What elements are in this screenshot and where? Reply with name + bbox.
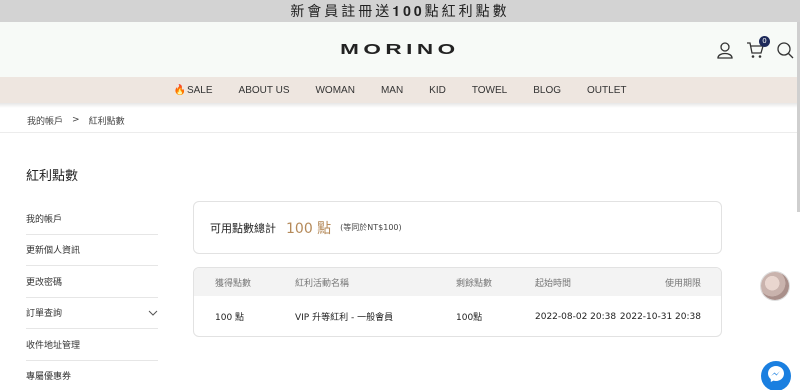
cart-count-badge: 0 (759, 35, 770, 47)
nav-item-man[interactable]: MAN (381, 85, 403, 96)
main-nav: 🔥 SALE ABOUT US WOMAN MAN KID TOWEL BLOG… (0, 77, 800, 103)
nav-item-outlet[interactable]: OUTLET (587, 85, 626, 96)
nav-item-label: SALE (186, 84, 213, 96)
account-sidebar: 我的帳戶 更新個人資訊 更改密碼 訂單查詢 收件地址管理 專屬優惠券 (26, 203, 158, 390)
messenger-chat-button[interactable] (761, 361, 791, 390)
breadcrumb-separator: > (72, 115, 80, 125)
column-header-earned: 獲得點數 (215, 278, 252, 289)
sidebar-item-coupons[interactable]: 專屬優惠券 (26, 361, 158, 390)
table-row: 100 點 VIP 升等紅利 - 一般會員 100點 2022-08-02 20… (194, 296, 721, 336)
cell-remaining: 100點 (456, 313, 483, 323)
breadcrumb: 我的帳戶 > 紅利點數 (0, 108, 800, 133)
sidebar-item-label: 訂單查詢 (26, 309, 63, 320)
breadcrumb-current: 紅利點數 (88, 116, 125, 127)
cell-expiry: 2022-10-31 20:38 (619, 311, 701, 322)
nav-item-towel[interactable]: TOWEL (472, 85, 507, 96)
points-total-label: 可用點數總計 (210, 221, 276, 235)
sidebar-item-label: 收件地址管理 (26, 340, 81, 351)
sidebar-item-addresses[interactable]: 收件地址管理 (26, 329, 158, 361)
nav-item-sale[interactable]: 🔥 SALE (174, 85, 213, 96)
floating-product-thumbnail[interactable] (761, 272, 789, 300)
sidebar-item-orders[interactable]: 訂單查詢 (26, 298, 158, 329)
nav-item-blog[interactable]: BLOG (533, 85, 561, 96)
points-history-table: 獲得點數 紅利活動名稱 剩餘點數 起始時間 使用期限 100 點 VIP 升等紅… (193, 267, 722, 337)
sidebar-item-label: 我的帳戶 (26, 214, 63, 225)
nav-item-kid[interactable]: KID (429, 85, 446, 96)
fire-icon: 🔥 (173, 84, 186, 96)
points-total-value: 100 點 (286, 220, 332, 237)
promo-banner-text: 新會員註冊送𝟏𝟎𝟎點紅利點數 (290, 4, 510, 20)
cell-campaign: VIP 升等紅利 - 一般會員 (295, 313, 394, 323)
table-header-row: 獲得點數 紅利活動名稱 剩餘點數 起始時間 使用期限 (194, 268, 721, 296)
page-title: 紅利點數 (26, 169, 79, 184)
cell-earned: 100 點 (215, 313, 245, 323)
column-header-start: 起始時間 (535, 278, 572, 289)
cell-start: 2022-08-02 20:38 (535, 311, 617, 322)
nav-item-woman[interactable]: WOMAN (315, 85, 354, 96)
breadcrumb-parent[interactable]: 我的帳戶 (27, 114, 63, 127)
column-header-campaign: 紅利活動名稱 (295, 278, 350, 289)
site-logo[interactable]: MORINO (340, 41, 460, 58)
promo-banner[interactable]: 新會員註冊送𝟏𝟎𝟎點紅利點數 (0, 0, 800, 22)
column-header-expiry: 使用期限 (664, 278, 701, 289)
points-equivalent-note: (等同於NT$100) (340, 223, 402, 232)
sidebar-item-label: 專屬優惠券 (26, 372, 72, 383)
sidebar-item-change-password[interactable]: 更改密碼 (26, 266, 158, 298)
sidebar-item-label: 更新個人資訊 (26, 246, 81, 257)
header-icons: 0 (716, 22, 794, 77)
search-icon[interactable] (776, 41, 794, 59)
sidebar-item-label: 更改密碼 (26, 277, 63, 288)
sidebar-item-my-account[interactable]: 我的帳戶 (26, 203, 158, 235)
site-header: MORINO 0 (0, 22, 800, 77)
sidebar-item-update-profile[interactable]: 更新個人資訊 (26, 235, 158, 266)
points-summary-card: 可用點數總計 100 點 (等同於NT$100) (193, 201, 722, 254)
nav-item-about-us[interactable]: ABOUT US (239, 85, 290, 96)
cart-icon[interactable]: 0 (746, 35, 770, 59)
chevron-down-icon[interactable] (148, 308, 158, 318)
user-icon[interactable] (716, 41, 734, 59)
column-header-remaining: 剩餘點數 (456, 278, 493, 289)
messenger-icon (767, 365, 785, 387)
